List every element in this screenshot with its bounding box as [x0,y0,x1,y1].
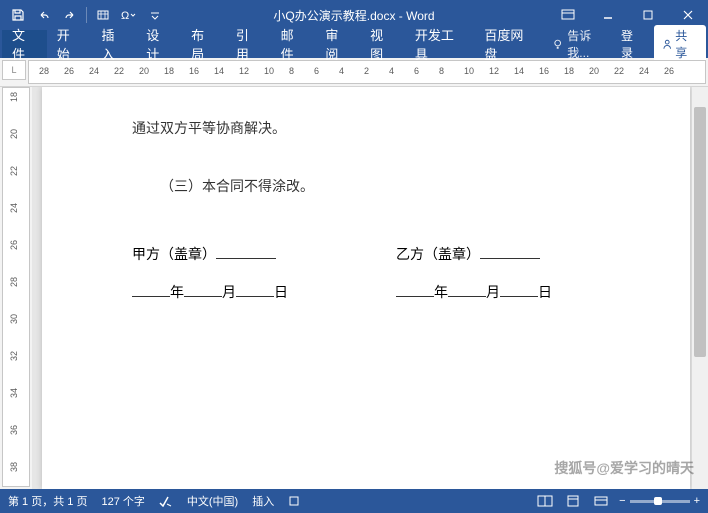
doc-text-line: 通过双方平等协商解决。 [132,113,600,147]
tab-design[interactable]: 设计 [136,30,181,58]
tab-developer[interactable]: 开发工具 [405,30,475,58]
qat-button-1[interactable] [91,3,115,27]
tab-view[interactable]: 视图 [360,30,405,58]
read-mode-button[interactable] [535,493,555,509]
web-layout-button[interactable] [591,493,611,509]
zoom-slider[interactable] [630,500,690,503]
party-b-signature: 乙方（盖章） [396,244,600,264]
quick-access-toolbar: Ω [0,3,167,27]
save-button[interactable] [6,3,30,27]
qat-button-2[interactable]: Ω [117,3,141,27]
zoom-in-button[interactable]: + [694,495,700,507]
ribbon-display-button[interactable] [548,0,588,30]
status-bar: 第 1 页，共 1 页 127 个字 中文(中国) 插入 − + [0,489,708,513]
page-count[interactable]: 第 1 页，共 1 页 [8,493,87,509]
tab-references[interactable]: 引用 [226,30,271,58]
date-a: 年月日 [132,282,336,302]
undo-button[interactable] [32,3,56,27]
lightbulb-icon [552,38,563,50]
ruler-corner[interactable]: L [2,60,26,80]
tab-home[interactable]: 开始 [47,30,92,58]
horizontal-ruler[interactable]: 2826242220181614121086424681012141618202… [28,60,706,84]
redo-button[interactable] [58,3,82,27]
macro-icon[interactable] [288,495,300,507]
scrollbar-thumb[interactable] [694,107,706,357]
svg-text:Ω: Ω [121,10,129,22]
tab-review[interactable]: 审阅 [315,30,360,58]
signin-button[interactable]: 登录 [621,27,644,61]
ruler-area: L 28262422201816141210864246810121416182… [0,58,708,87]
spell-check-icon[interactable] [159,495,173,507]
minimize-button[interactable] [588,0,628,30]
insert-mode[interactable]: 插入 [252,493,274,509]
language-status[interactable]: 中文(中国) [187,493,238,509]
print-layout-button[interactable] [563,493,583,509]
zoom-control[interactable]: − + [619,495,700,507]
workspace: 1820222426283032343638 通过双方平等协商解决。 （三）本合… [0,87,708,489]
tab-file[interactable]: 文件 [2,30,47,58]
qat-customize-button[interactable] [143,3,167,27]
tab-baidu[interactable]: 百度网盘 [474,30,544,58]
signature-row: 甲方（盖章） 乙方（盖章） [132,244,600,264]
zoom-out-button[interactable]: − [619,495,625,507]
date-b: 年月日 [396,282,600,302]
vertical-ruler[interactable]: 1820222426283032343638 [2,87,30,487]
tell-me-search[interactable]: 告诉我... [552,27,611,61]
tab-insert[interactable]: 插入 [92,30,137,58]
tab-mailings[interactable]: 邮件 [271,30,316,58]
word-count[interactable]: 127 个字 [101,493,144,509]
share-icon [662,39,672,50]
window-title: 小Q办公演示教程.docx - Word [273,7,434,24]
tab-layout[interactable]: 布局 [181,30,226,58]
doc-text-line: （三）本合同不得涂改。 [132,171,600,205]
date-row: 年月日 年月日 [132,282,600,302]
ribbon-tabs: 文件 开始 插入 设计 布局 引用 邮件 审阅 视图 开发工具 百度网盘 告诉我… [0,30,708,58]
party-a-signature: 甲方（盖章） [132,244,336,264]
document-page[interactable]: 通过双方平等协商解决。 （三）本合同不得涂改。 甲方（盖章） 乙方（盖章） 年月… [42,87,690,489]
page-area: 通过双方平等协商解决。 （三）本合同不得涂改。 甲方（盖章） 乙方（盖章） 年月… [32,87,708,489]
vertical-scrollbar[interactable] [692,87,708,489]
share-button[interactable]: 共享 [654,25,706,63]
